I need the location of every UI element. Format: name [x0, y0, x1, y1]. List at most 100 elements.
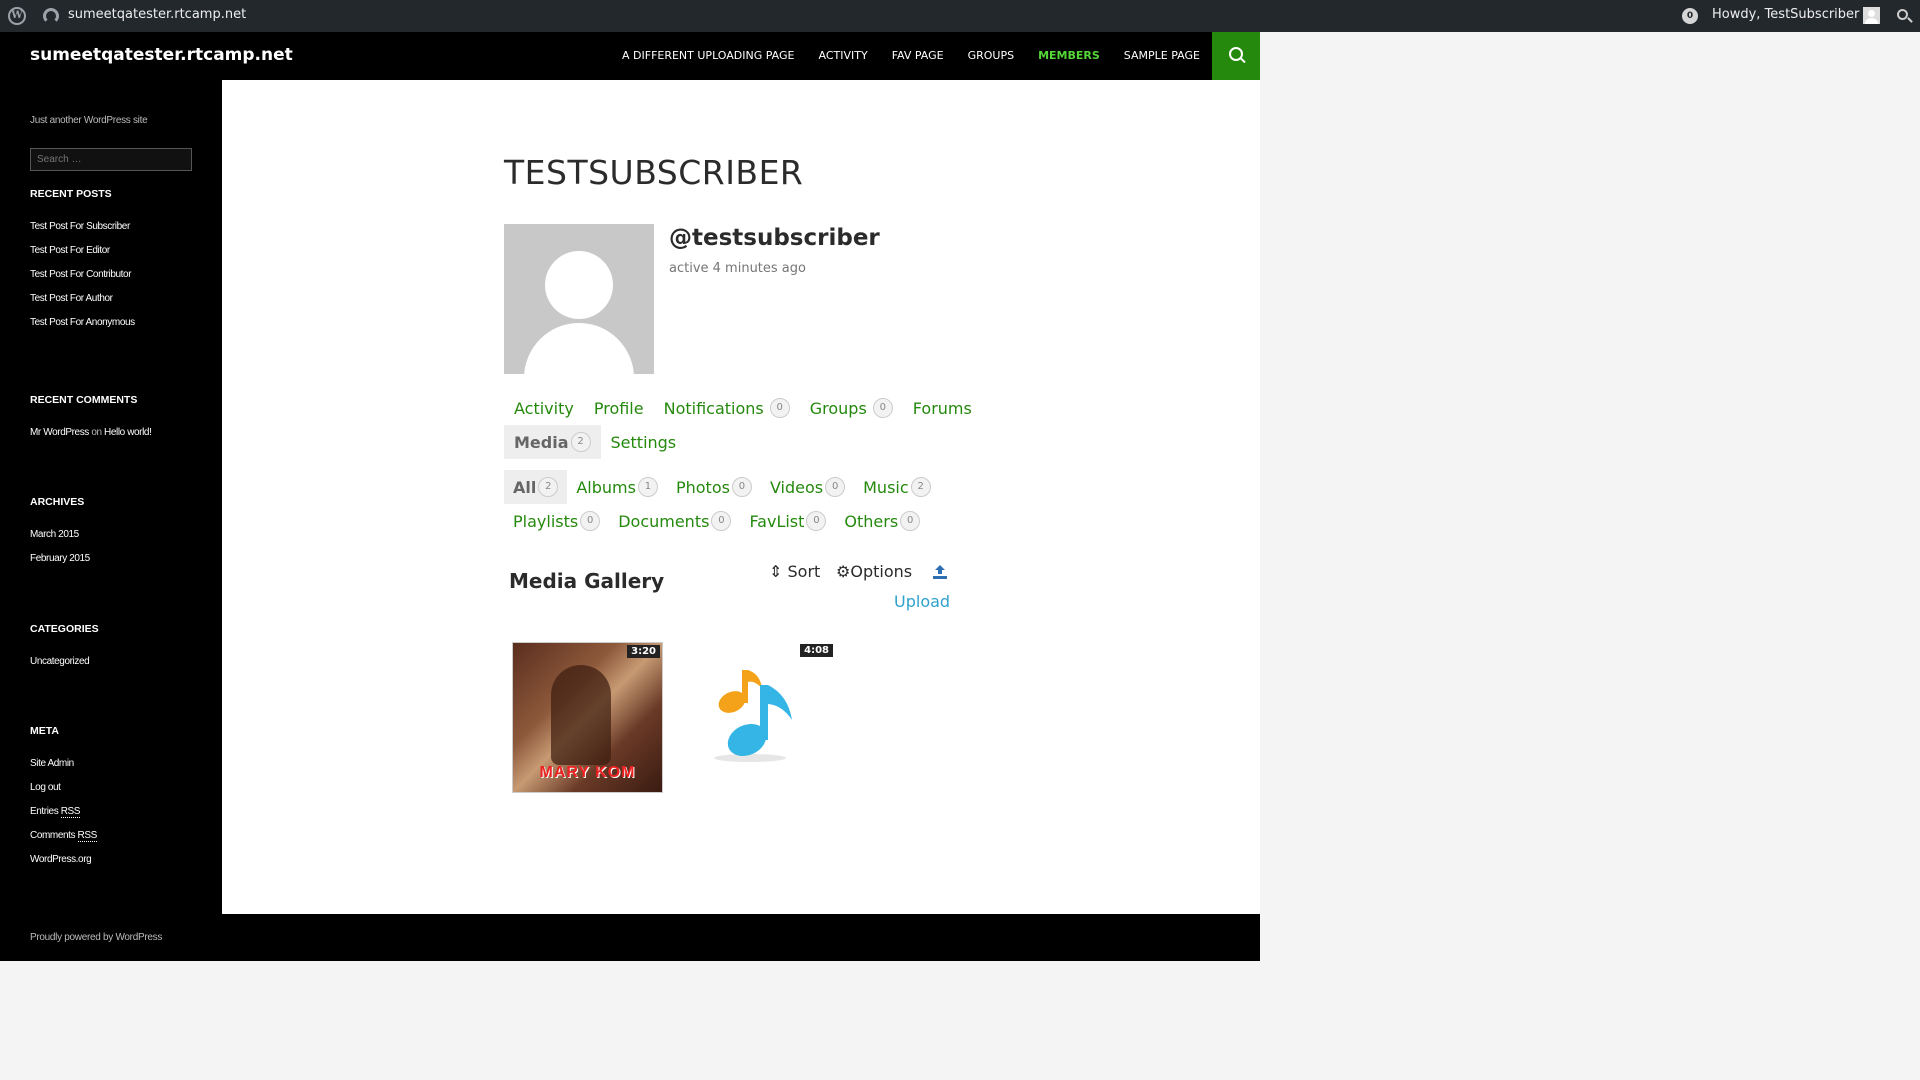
tab-label: Albums: [576, 477, 636, 497]
upload-link[interactable]: Upload: [894, 592, 950, 611]
media-tab-music[interactable]: Music 2: [854, 470, 940, 504]
recent-post-link[interactable]: Test Post For Anonymous: [30, 311, 210, 335]
tab-settings[interactable]: Settings: [601, 425, 687, 459]
count-badge: 0: [806, 511, 827, 531]
tab-label: Others: [844, 511, 899, 531]
widget-title: Meta: [30, 725, 59, 737]
nav-item-fav-page[interactable]: Fav Page: [880, 32, 956, 80]
last-active-text: active 4 minutes ago: [669, 261, 806, 276]
media-tab-playlists[interactable]: Playlists 0: [504, 504, 609, 538]
duration-badge: 4:08: [800, 644, 833, 657]
count-badge: 2: [910, 477, 931, 497]
site-page: sumeetqatester.rtcamp.net A Different Up…: [0, 32, 1260, 961]
media-tab-documents[interactable]: Documents 0: [609, 504, 740, 538]
media-tab-photos[interactable]: Photos 0: [667, 470, 761, 504]
dashboard-icon[interactable]: [43, 8, 59, 24]
archive-link[interactable]: February 2015: [30, 547, 210, 571]
tab-label: Media: [514, 432, 569, 452]
tab-label: Documents: [618, 511, 710, 531]
options-button[interactable]: ⚙Options: [836, 562, 912, 581]
meta-site-admin-link[interactable]: Site Admin: [30, 752, 210, 776]
media-gallery-title: Media Gallery: [509, 569, 665, 593]
widget-title: Recent Comments: [30, 394, 138, 406]
widget-title: Recent Posts: [30, 188, 112, 200]
tab-label: Settings: [610, 432, 677, 452]
tab-notifications[interactable]: Notifications 0: [654, 391, 800, 425]
nav-item-groups[interactable]: Groups: [956, 32, 1027, 80]
tab-label: Groups: [809, 398, 867, 418]
recent-post-link[interactable]: Test Post For Editor: [30, 239, 210, 263]
archive-link[interactable]: March 2015: [30, 523, 210, 547]
tab-label: Profile: [593, 398, 644, 418]
tab-forums[interactable]: Forums: [903, 391, 982, 425]
tab-media[interactable]: Media 2: [504, 425, 601, 459]
media-item-video[interactable]: MARY KOM 3:20: [512, 642, 663, 793]
tab-profile[interactable]: Profile: [584, 391, 654, 425]
meta-comments-rss-link[interactable]: Comments RSS: [30, 824, 210, 848]
options-label: Options: [850, 562, 913, 581]
comments-label: Comments: [30, 830, 76, 841]
tab-label: Music: [863, 477, 909, 497]
widget-title: Archives: [30, 496, 85, 508]
site-title[interactable]: sumeetqatester.rtcamp.net: [30, 45, 293, 65]
tab-activity[interactable]: Activity: [504, 391, 584, 425]
recent-post-link[interactable]: Test Post For Subscriber: [30, 215, 210, 239]
wordpress-logo-icon[interactable]: W: [8, 7, 26, 25]
tab-label: Photos: [675, 477, 730, 497]
sidebar-search-input[interactable]: [30, 148, 192, 171]
count-badge: 0: [825, 477, 846, 497]
site-footer: Proudly powered by WordPress: [0, 914, 1260, 961]
comment-on-text: on: [91, 427, 102, 438]
media-tab-videos[interactable]: Videos 0: [761, 470, 854, 504]
adminbar-avatar[interactable]: [1863, 7, 1880, 24]
header-search-icon[interactable]: [1212, 32, 1260, 80]
rss-abbr: RSS: [60, 806, 81, 818]
media-tab-favlist[interactable]: FavList 0: [740, 504, 835, 538]
media-tab-all[interactable]: All 2: [504, 470, 568, 504]
sort-button[interactable]: ⇕ Sort: [769, 562, 820, 581]
meta-widget: Meta Site Admin Log out Entries RSS Comm…: [30, 725, 210, 872]
count-badge: 0: [711, 511, 732, 531]
sort-icon: ⇕: [769, 562, 783, 581]
rss-abbr: RSS: [77, 830, 97, 842]
primary-nav: A Different Uploading Page Activity Fav …: [610, 32, 1212, 80]
footer-credit[interactable]: Proudly powered by WordPress: [30, 932, 162, 943]
user-avatar[interactable]: [504, 224, 654, 374]
media-tabs-row-1: All 2 Albums 1 Photos 0 Videos 0 Music 2: [504, 470, 940, 504]
count-badge: 2: [570, 432, 591, 452]
notifications-count-badge[interactable]: 0: [1682, 8, 1698, 24]
site-tagline: Just another WordPress site: [30, 115, 148, 126]
recent-post-link[interactable]: Test Post For Contributor: [30, 263, 210, 287]
media-item-music[interactable]: 4:08: [682, 642, 833, 793]
tab-label: All: [513, 477, 537, 497]
tab-label: Activity: [514, 398, 574, 418]
tab-label: Notifications: [663, 398, 764, 418]
music-note-icon: [714, 670, 792, 762]
meta-wordpress-org-link[interactable]: WordPress.org: [30, 848, 210, 872]
recent-post-link[interactable]: Test Post For Author: [30, 287, 210, 311]
comment-post-link[interactable]: Hello world!: [104, 427, 152, 438]
admin-bar: W sumeetqatester.rtcamp.net 0 Howdy, Tes…: [0, 0, 1920, 32]
meta-log-out-link[interactable]: Log out: [30, 776, 210, 800]
adminbar-howdy[interactable]: Howdy, TestSubscriber: [1712, 7, 1859, 22]
count-badge: 0: [580, 511, 601, 531]
nav-item-activity[interactable]: Activity: [807, 32, 880, 80]
categories-widget: Categories Uncategorized: [30, 623, 210, 674]
adminbar-search-icon[interactable]: [1897, 9, 1908, 20]
media-tab-others[interactable]: Others 0: [835, 504, 929, 538]
main-content: TESTSUBSCRIBER @testsubscriber active 4 …: [222, 80, 1260, 914]
upload-icon[interactable]: [932, 564, 948, 580]
adminbar-site-name[interactable]: sumeetqatester.rtcamp.net: [68, 7, 246, 22]
count-badge: 0: [872, 398, 893, 418]
nav-item-members[interactable]: Members: [1026, 32, 1112, 80]
tab-groups[interactable]: Groups 0: [800, 391, 903, 425]
media-tab-albums[interactable]: Albums 1: [567, 470, 667, 504]
nav-item-uploading-page[interactable]: A Different Uploading Page: [610, 32, 807, 80]
category-link[interactable]: Uncategorized: [30, 650, 210, 674]
profile-tabs-row-1: Activity Profile Notifications 0 Groups 0 …: [504, 391, 982, 425]
count-badge: 1: [637, 477, 658, 497]
count-badge: 0: [900, 511, 921, 531]
meta-entries-rss-link[interactable]: Entries RSS: [30, 800, 210, 824]
nav-item-sample-page[interactable]: Sample Page: [1112, 32, 1212, 80]
comment-author-link[interactable]: Mr WordPress: [30, 427, 89, 438]
